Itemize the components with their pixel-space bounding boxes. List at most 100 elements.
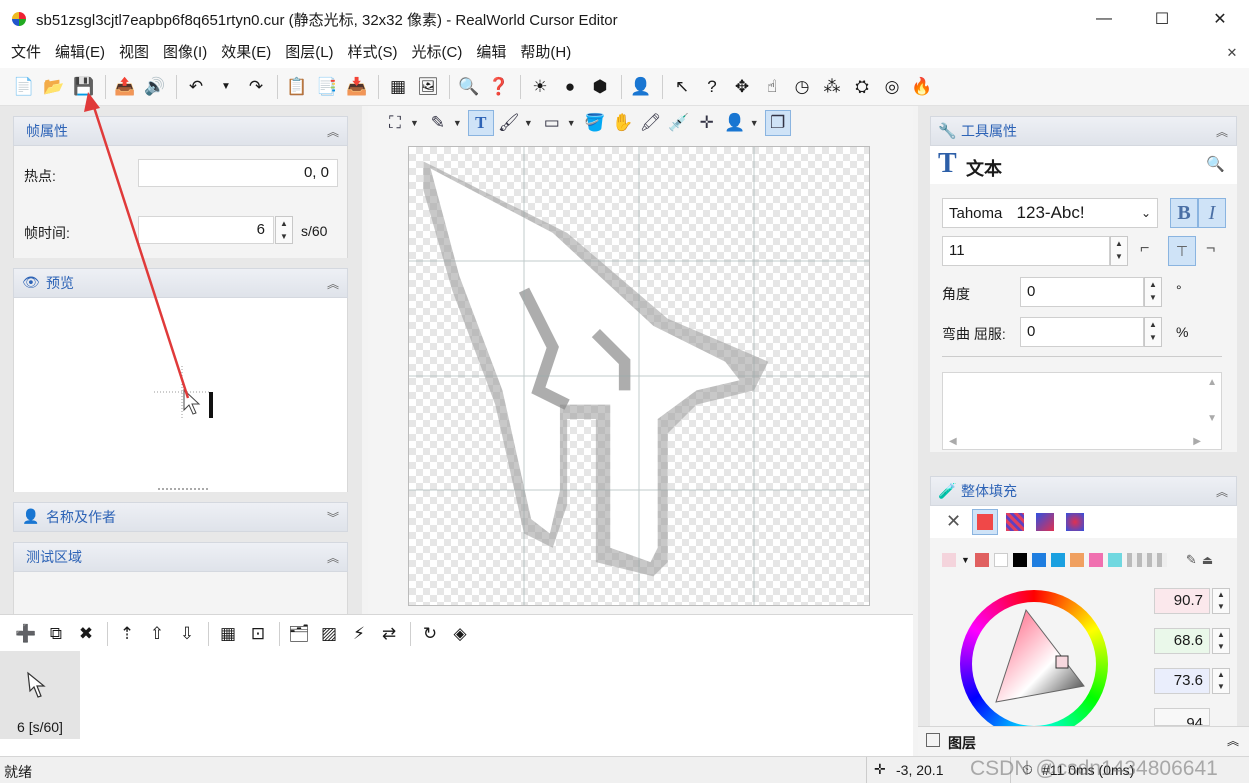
lifebuoy-icon[interactable]: ⛭ (848, 73, 876, 101)
font-size-stepper[interactable]: ▲ ▼ (1110, 236, 1128, 266)
cut-icon[interactable]: 📋 (283, 73, 311, 101)
palette-dropdown-icon[interactable]: ▼ (961, 555, 970, 565)
bend-stepper[interactable]: ▲ ▼ (1144, 317, 1162, 347)
arrow-cursor-icon[interactable]: ↖ (668, 73, 696, 101)
font-select[interactable]: Tahoma 123-Abc! ⌄ (942, 198, 1158, 228)
menu-effects[interactable]: 效果(E) (214, 38, 278, 68)
dropdown-icon[interactable]: ▼ (410, 118, 419, 128)
busy-cursor-icon[interactable]: ◷ (788, 73, 816, 101)
frame-time-input[interactable]: 6 (138, 216, 274, 244)
fire-icon[interactable]: 🔥 (908, 73, 936, 101)
scroll-right-icon[interactable]: ▶ (1193, 436, 1201, 447)
delete-frame-icon[interactable]: ✖ (72, 620, 100, 648)
color-value-3[interactable]: 73.6 (1154, 668, 1210, 694)
palette-swatch[interactable] (974, 553, 989, 567)
angle-input[interactable]: 0 (1020, 277, 1144, 307)
open-folder-icon[interactable]: 📂 (40, 73, 68, 101)
palette-swatch[interactable] (1012, 553, 1027, 567)
palette-swatch[interactable] (1088, 553, 1103, 567)
frame-props-header[interactable]: 帧属性 ︽ (13, 116, 348, 146)
sound-icon[interactable]: 🔊 (141, 73, 169, 101)
collapse-icon[interactable]: ︽ (1216, 483, 1228, 500)
linear-gradient-icon[interactable] (1036, 513, 1054, 531)
color-value-4[interactable]: 94 (1154, 708, 1210, 726)
shapes-icon[interactable]: ◈ (446, 620, 474, 648)
collapse-icon[interactable]: ︽ (1227, 732, 1239, 749)
menu-edit[interactable]: 编辑(E) (48, 38, 112, 68)
maximize-button[interactable]: ☐ (1133, 0, 1191, 38)
collapse-icon[interactable]: ︽ (327, 275, 339, 292)
move-cursor-icon[interactable]: ✥ (728, 73, 756, 101)
test-area-header[interactable]: 测试区域 ︽ (13, 542, 348, 572)
dropdown-icon[interactable]: ▼ (567, 118, 576, 128)
save-icon[interactable]: 💾 (70, 73, 98, 101)
text-input-area[interactable]: ▲ ▼ ◀ ▶ (942, 372, 1222, 450)
circle-icon[interactable]: ● (556, 73, 584, 101)
menu-cursor[interactable]: 光标(C) (405, 38, 470, 68)
frame-time-stepper[interactable]: ▲ ▼ (275, 216, 293, 244)
collapse-icon[interactable]: ︽ (1216, 123, 1228, 140)
color-value-stepper[interactable]: ▲ ▼ (1212, 628, 1230, 654)
image-icon[interactable]: 🖼 (414, 73, 442, 101)
eyedropper-icon[interactable]: 💉 (666, 110, 692, 136)
frame-select-icon[interactable]: ⊡ (244, 620, 272, 648)
test-area-body[interactable] (13, 572, 348, 614)
font-size-input[interactable]: 11 (942, 236, 1110, 266)
user-icon[interactable]: 👤 (627, 73, 655, 101)
collapse-icon[interactable]: ︽ (327, 549, 339, 566)
menu-view[interactable]: 视图 (112, 38, 156, 68)
refresh-icon[interactable]: ↻ (416, 620, 444, 648)
scroll-left-icon[interactable]: ◀ (949, 436, 957, 447)
frame-grid-icon[interactable]: ▦ (214, 620, 242, 648)
dropdown-icon[interactable]: ▼ (750, 118, 759, 128)
resize-icon[interactable]: ▦ (384, 73, 412, 101)
selection-icon[interactable]: ⛶ (382, 110, 408, 136)
palette-swatch[interactable] (1107, 553, 1122, 567)
insert-frame-icon[interactable]: ⧉ (42, 620, 70, 648)
palette-swatch[interactable] (1031, 553, 1046, 567)
copy-icon[interactable]: 📑 (313, 73, 341, 101)
color-value-stepper[interactable]: ▲ ▼ (1212, 668, 1230, 694)
preview-header[interactable]: 👁 预览 ︽ (13, 268, 348, 298)
align-right-icon[interactable]: ¬ (1206, 240, 1215, 258)
pattern-icon[interactable]: ▨ (315, 620, 343, 648)
crosshair-icon[interactable]: ✛ (694, 110, 720, 136)
clone-brush-icon[interactable]: 🖍 (638, 110, 664, 136)
hand-cursor-icon[interactable]: ☝ (758, 73, 786, 101)
scroll-up-icon[interactable]: ▲ (1207, 377, 1217, 388)
hotspot-input[interactable]: 0, 0 (138, 159, 338, 187)
pixel-canvas[interactable] (408, 146, 870, 606)
add-frame-icon[interactable]: ➕ (12, 620, 40, 648)
hand-tool-icon[interactable]: ✋ (610, 110, 636, 136)
pencil-icon[interactable]: ✎ (425, 110, 451, 136)
tool-props-header[interactable]: 🔧 工具属性 ︽ (930, 116, 1237, 146)
move-frame-up-icon[interactable]: ⇧ (143, 620, 171, 648)
lightning-icon[interactable]: ⚡ (345, 620, 373, 648)
dropdown-icon[interactable]: ▼ (453, 118, 462, 128)
eyedropper-icon[interactable]: ✎ (1186, 552, 1197, 568)
palette-options-icon[interactable]: ⏏ (1202, 553, 1213, 567)
undo-dropdown-icon[interactable]: ▼ (212, 73, 240, 101)
collapse-icon[interactable]: ︽ (327, 123, 339, 140)
redo-icon[interactable]: ↷ (242, 73, 270, 101)
layers-stack-icon[interactable]: 🗂 (285, 620, 313, 648)
pattern-fill-icon[interactable] (1006, 513, 1024, 531)
export-icon[interactable]: 📤 (111, 73, 139, 101)
ring-icon[interactable]: ◎ (878, 73, 906, 101)
stamp-icon[interactable]: 👤 (722, 110, 748, 136)
resize-grip[interactable] (158, 488, 208, 490)
transparent-swatches[interactable] (1126, 553, 1167, 567)
zoom-icon[interactable]: 🔍 (455, 73, 483, 101)
bend-input[interactable]: 0 (1020, 317, 1144, 347)
menu-layers[interactable]: 图层(L) (278, 38, 340, 68)
move-up-icon[interactable]: ⇡ (113, 620, 141, 648)
dropdown-icon[interactable]: ▼ (524, 118, 533, 128)
layers-overlay-icon[interactable]: ❐ (764, 110, 791, 136)
angle-stepper[interactable]: ▲ ▼ (1144, 277, 1162, 307)
new-file-icon[interactable]: 📄 (10, 73, 38, 101)
minimize-button[interactable]: — (1075, 0, 1133, 38)
tool-help-icon[interactable]: 🔍 (1206, 155, 1225, 173)
bold-toggle[interactable]: B (1170, 198, 1198, 228)
color-value-stepper[interactable]: ▲ ▼ (1212, 588, 1230, 614)
octagon-icon[interactable]: ⬢ (586, 73, 614, 101)
